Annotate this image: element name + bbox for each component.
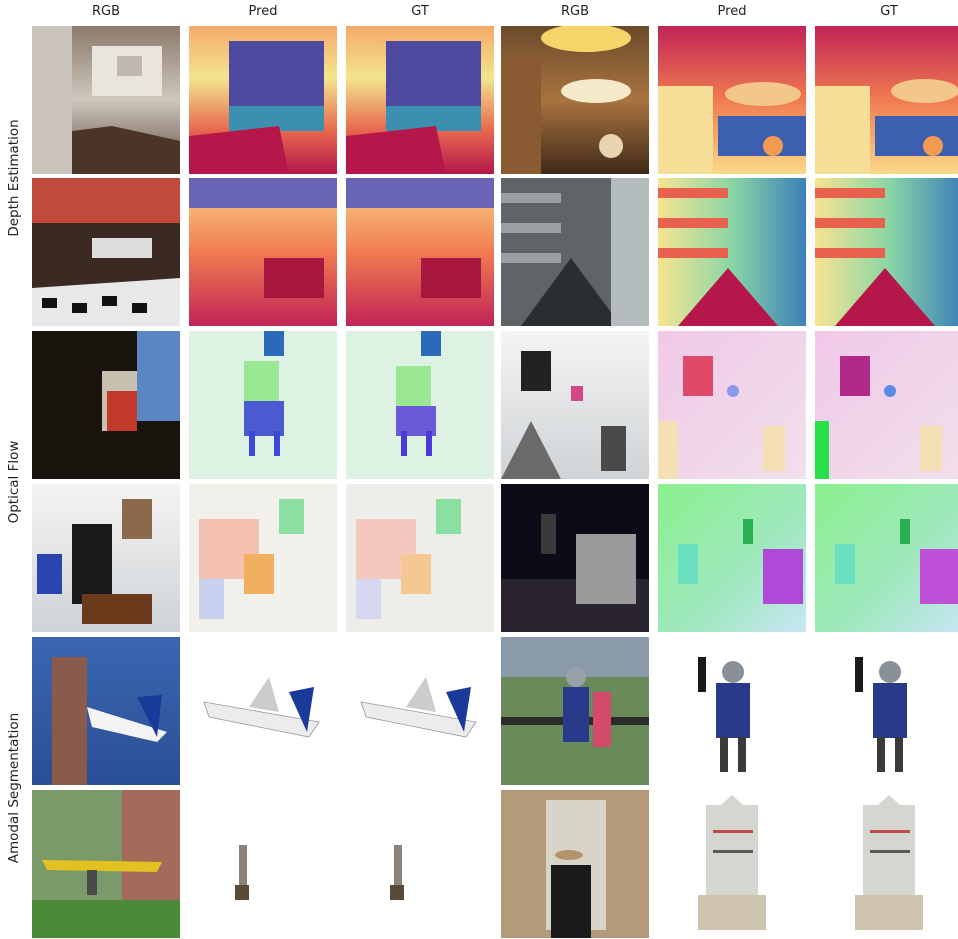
rgb-yellow-plane-image bbox=[32, 790, 180, 938]
flow-pred-flying-chairs bbox=[658, 331, 806, 479]
flow-gt-chairs-city bbox=[346, 331, 494, 479]
flow-gt-flying-chairs bbox=[815, 331, 958, 479]
rgb-airplane-tower-image bbox=[32, 637, 180, 785]
rgb-shelves-image bbox=[501, 178, 649, 326]
seg-pred-airplane bbox=[189, 637, 337, 785]
depth-pred-kitchen bbox=[189, 26, 337, 174]
column-header-gt-2: GT bbox=[880, 4, 898, 19]
depth-pred-shelves bbox=[658, 178, 806, 326]
flow-pred-chairs-sky bbox=[189, 484, 337, 632]
flow-pred-night-city bbox=[658, 484, 806, 632]
flow-gt-night-city bbox=[815, 484, 958, 632]
rgb-night-city-image bbox=[501, 484, 649, 632]
seg-gt-statue bbox=[346, 790, 494, 938]
flow-gt-chairs-sky bbox=[346, 484, 494, 632]
depth-gt-shelves bbox=[815, 178, 958, 326]
flow-pred-chairs-city bbox=[189, 331, 337, 479]
rgb-memorial-stone-image bbox=[501, 790, 649, 938]
rgb-chairs-city-image bbox=[32, 331, 180, 479]
depth-gt-kitchen bbox=[346, 26, 494, 174]
rgb-knight-crowd-image bbox=[501, 637, 649, 785]
column-header-rgb-2: RGB bbox=[560, 4, 590, 19]
seg-gt-memorial-stone bbox=[815, 790, 958, 938]
row-label-amodal-segmentation: Amodal Segmentation bbox=[6, 712, 22, 864]
rgb-flying-chairs-image bbox=[501, 331, 649, 479]
depth-pred-lobby bbox=[658, 26, 806, 174]
seg-gt-airplane bbox=[346, 637, 494, 785]
column-header-gt-1: GT bbox=[411, 4, 429, 19]
rgb-chairs-sky-image bbox=[32, 484, 180, 632]
seg-pred-memorial-stone bbox=[658, 790, 806, 938]
seg-pred-statue bbox=[189, 790, 337, 938]
rgb-kitchen-image bbox=[32, 26, 180, 174]
column-header-pred-2: Pred bbox=[717, 4, 747, 19]
seg-gt-knight bbox=[815, 637, 958, 785]
column-header-pred-1: Pred bbox=[248, 4, 278, 19]
seg-pred-knight bbox=[658, 637, 806, 785]
rgb-restaurant-image bbox=[32, 178, 180, 326]
row-label-depth-estimation: Depth Estimation bbox=[6, 119, 22, 237]
depth-gt-restaurant bbox=[346, 178, 494, 326]
depth-pred-restaurant bbox=[189, 178, 337, 326]
row-label-optical-flow: Optical Flow bbox=[6, 440, 22, 524]
depth-gt-lobby bbox=[815, 26, 958, 174]
rgb-lobby-image bbox=[501, 26, 649, 174]
column-header-rgb-1: RGB bbox=[91, 4, 121, 19]
